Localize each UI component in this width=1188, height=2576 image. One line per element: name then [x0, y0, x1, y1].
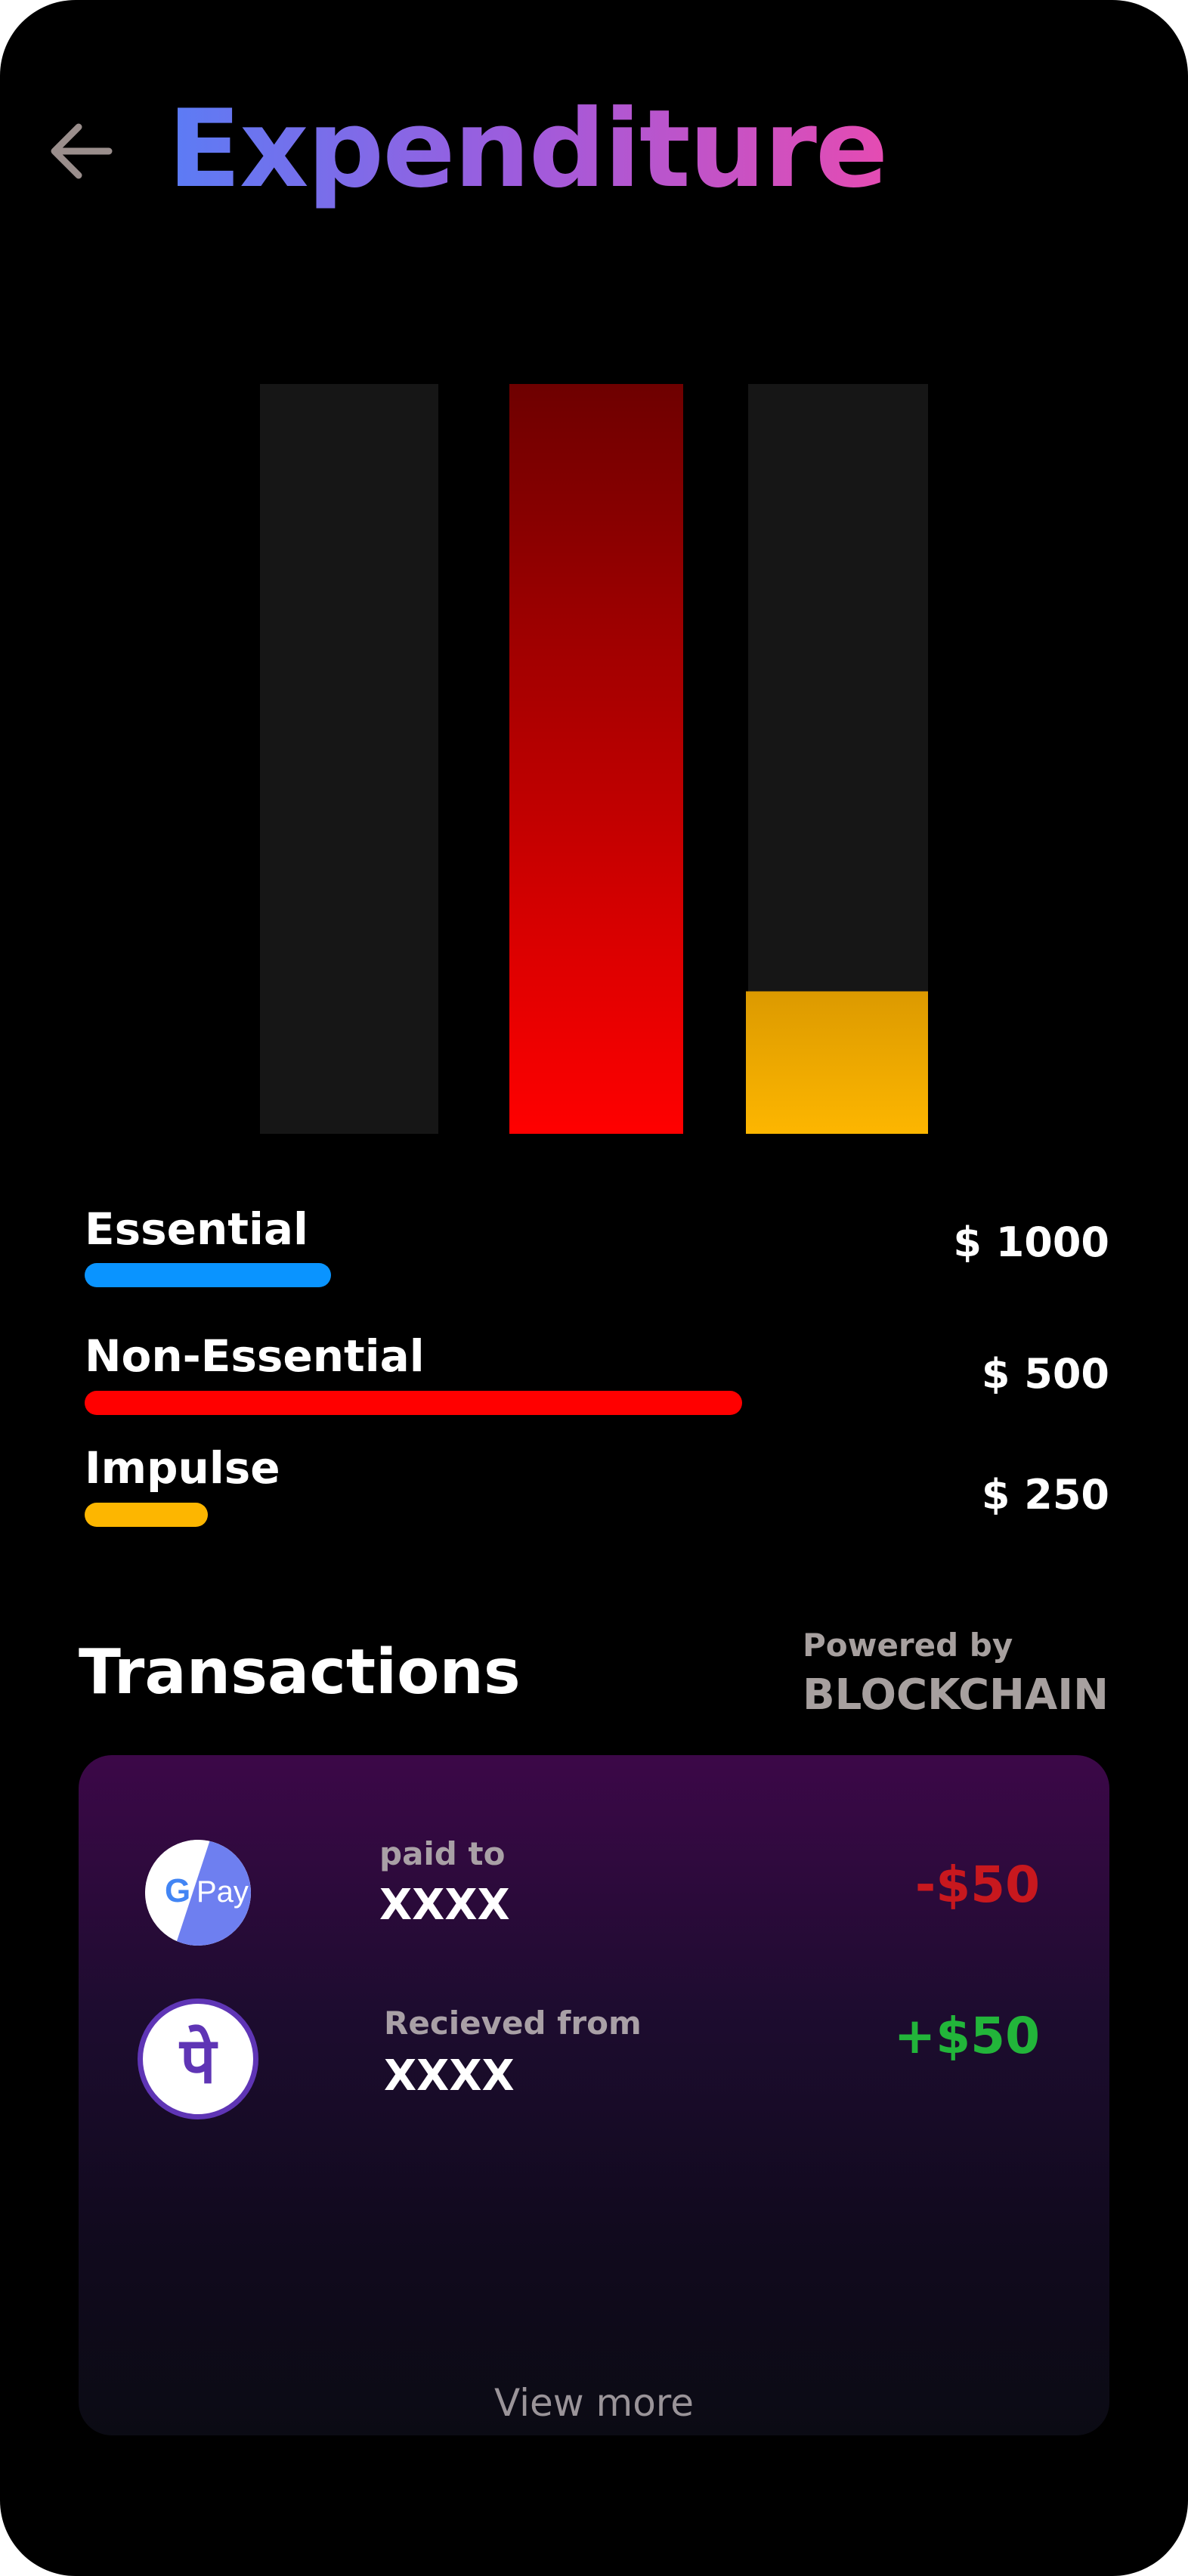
google-pay-icon[interactable]: G Pay	[145, 1840, 251, 1946]
tx-party-name: XXXX	[384, 2051, 515, 2101]
bar-fill-impulse	[746, 991, 928, 1134]
phonepe-icon[interactable]: पे	[138, 1999, 258, 2119]
bar-track-essential	[260, 384, 438, 1134]
legend-amount-impulse: $ 250	[981, 1471, 1109, 1519]
tx-direction-label: paid to	[379, 1835, 506, 1872]
legend-amount-non-essential: $ 500	[981, 1350, 1109, 1398]
legend-label-non-essential: Non-Essential	[85, 1330, 425, 1382]
transactions-heading: Transactions	[79, 1636, 521, 1708]
legend-bar-essential	[85, 1263, 331, 1287]
tx-amount: +$50	[893, 2007, 1040, 2065]
google-pay-logo: G Pay	[145, 1840, 251, 1946]
expenditure-screen: Expenditure Essential $ 1000 Non-Essential…	[0, 0, 1188, 2576]
legend-amount-essential: $ 1000	[953, 1218, 1109, 1266]
gpay-text: Pay	[196, 1875, 249, 1909]
view-more-link[interactable]: View more	[79, 2381, 1109, 2425]
legend-bar-non-essential	[85, 1391, 742, 1415]
tx-amount: -$50	[914, 1856, 1040, 1914]
tx-direction-label: Recieved from	[384, 2005, 642, 2042]
tx-party-name: XXXX	[379, 1881, 510, 1930]
legend-bar-impulse	[85, 1503, 208, 1527]
phonepe-logo: पे	[178, 2023, 218, 2098]
bar-fill-non-essential	[509, 384, 683, 1134]
gpay-g-glyph: G	[165, 1872, 190, 1909]
legend-label-impulse: Impulse	[85, 1442, 280, 1494]
provider-label: BLOCKCHAIN	[803, 1670, 1109, 1720]
powered-by-label: Powered by	[803, 1627, 1013, 1664]
legend-label-essential: Essential	[85, 1203, 308, 1255]
phonepe-glyph: पे	[178, 2023, 218, 2098]
expenditure-bar-chart	[260, 384, 928, 1134]
